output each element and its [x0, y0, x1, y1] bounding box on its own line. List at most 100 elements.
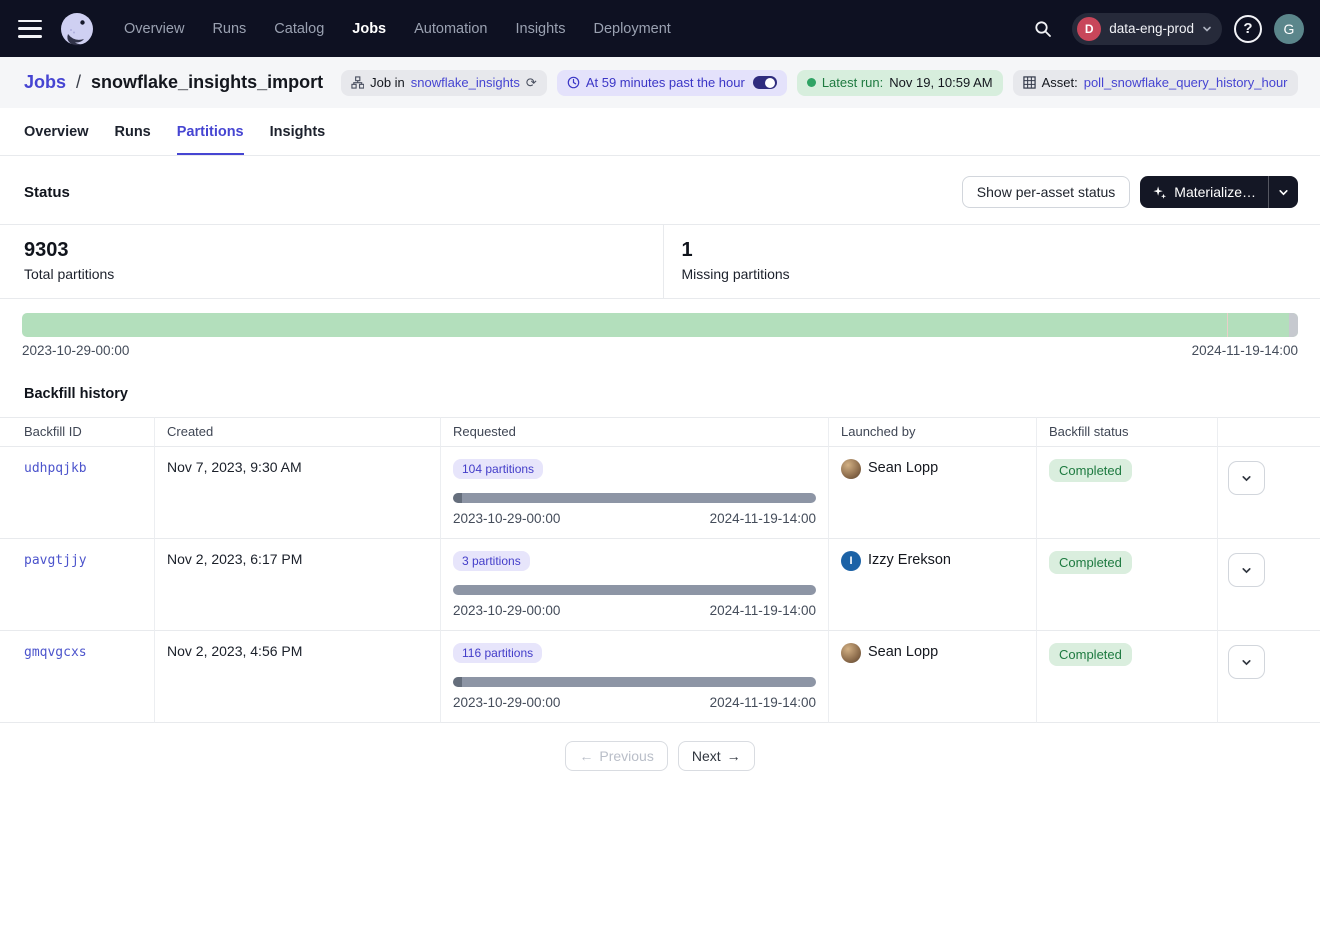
range-end: 2024-11-19-14:00: [710, 603, 816, 618]
range-end: 2024-11-19-14:00: [710, 511, 816, 526]
pagination: ← Previous Next →: [0, 723, 1320, 789]
materialize-label: Materialize…: [1174, 184, 1256, 200]
nav-item-catalog[interactable]: Catalog: [274, 21, 324, 37]
menu-icon[interactable]: [18, 20, 42, 38]
arrow-right-icon: →: [727, 748, 741, 764]
deployment-switcher[interactable]: D data-eng-prod: [1072, 13, 1222, 45]
tab-runs[interactable]: Runs: [115, 124, 151, 155]
backfill-id-link[interactable]: pavgtjjy: [24, 553, 87, 568]
backfill-id-link[interactable]: gmqvgcxs: [24, 645, 87, 660]
missing-partitions-label: Missing partitions: [682, 266, 1297, 282]
column-header-actions: [1218, 417, 1320, 447]
dagster-logo-icon[interactable]: [58, 10, 96, 48]
status-badge: Completed: [1049, 459, 1132, 482]
job-tabs: Overview Runs Partitions Insights: [0, 108, 1320, 156]
chevron-down-icon: [1202, 24, 1212, 34]
sparkle-icon: [1152, 185, 1167, 200]
status-badge: Completed: [1049, 551, 1132, 574]
breadcrumb-jobs-link[interactable]: Jobs: [24, 72, 66, 93]
status-title: Status: [24, 184, 70, 201]
missing-partitions-value: 1: [682, 239, 1297, 262]
search-icon[interactable]: [1026, 12, 1060, 46]
schedule-label: At 59 minutes past the hour: [586, 75, 745, 90]
deployment-badge: D: [1077, 17, 1101, 41]
previous-page-button[interactable]: ← Previous: [565, 741, 667, 771]
partition-seam: [1227, 313, 1228, 337]
total-partitions-value: 9303: [24, 239, 639, 262]
chevron-down-icon: [1240, 472, 1253, 485]
show-per-asset-status-button[interactable]: Show per-asset status: [962, 176, 1131, 208]
nav-item-automation[interactable]: Automation: [414, 21, 487, 37]
launched-by-name: Sean Lopp: [868, 644, 938, 660]
row-expand-button[interactable]: [1228, 553, 1265, 587]
nav-item-deployment[interactable]: Deployment: [593, 21, 670, 37]
asset-link[interactable]: poll_snowflake_query_history_hour: [1084, 75, 1288, 90]
range-start: 2023-10-29-00:00: [453, 695, 560, 710]
reload-icon[interactable]: ⟳: [526, 75, 537, 91]
missing-partition-segment: [1289, 313, 1298, 337]
sitemap-icon: [351, 76, 364, 89]
schedule-toggle[interactable]: [753, 76, 777, 89]
requested-cell: 116 partitions 2023-10-29-00:00 2024-11-…: [441, 631, 829, 723]
partition-stats: 9303 Total partitions 1 Missing partitio…: [0, 224, 1320, 299]
range-end: 2024-11-19-14:00: [710, 695, 816, 710]
tab-insights[interactable]: Insights: [270, 124, 326, 155]
nav-item-jobs[interactable]: Jobs: [352, 21, 386, 37]
requested-cell: 3 partitions 2023-10-29-00:00 2024-11-19…: [441, 539, 829, 631]
row-expand-button[interactable]: [1228, 645, 1265, 679]
code-location-link[interactable]: snowflake_insights: [411, 75, 520, 90]
materialize-dropdown-button[interactable]: [1268, 176, 1298, 208]
created-cell: Nov 2, 2023, 6:17 PM: [155, 539, 441, 631]
user-initial-avatar: I: [841, 551, 861, 571]
user-avatar[interactable]: G: [1274, 14, 1304, 44]
column-header-requested: Requested: [441, 417, 829, 447]
user-photo-avatar: [841, 459, 861, 479]
created-value: Nov 2, 2023, 4:56 PM: [167, 643, 302, 659]
help-icon[interactable]: ?: [1234, 15, 1262, 43]
job-tag: Job in snowflake_insights ⟳: [341, 70, 547, 96]
partitions-count-pill[interactable]: 104 partitions: [453, 459, 543, 479]
table-row: pavgtjjy: [0, 539, 155, 631]
partitions-count-pill[interactable]: 3 partitions: [453, 551, 530, 571]
created-cell: Nov 7, 2023, 9:30 AM: [155, 447, 441, 539]
breadcrumb-separator: /: [76, 72, 81, 93]
materialize-button[interactable]: Materialize…: [1140, 176, 1268, 208]
nav-item-insights[interactable]: Insights: [515, 21, 565, 37]
range-start: 2023-10-29-00:00: [453, 603, 560, 618]
top-navigation: Overview Runs Catalog Jobs Automation In…: [0, 0, 1320, 57]
next-label: Next: [692, 748, 721, 764]
page-title: snowflake_insights_import: [91, 72, 323, 93]
backfill-history-title: Backfill history: [0, 372, 1320, 417]
next-page-button[interactable]: Next →: [678, 741, 755, 771]
column-header-launched-by: Launched by: [829, 417, 1037, 447]
column-header-backfill-status: Backfill status: [1037, 417, 1218, 447]
tab-partitions[interactable]: Partitions: [177, 124, 244, 155]
created-cell: Nov 2, 2023, 4:56 PM: [155, 631, 441, 723]
success-dot-icon: [807, 78, 816, 87]
launched-by-cell: Sean Lopp: [829, 631, 1037, 723]
status-cell: Completed: [1037, 631, 1218, 723]
latest-run-link[interactable]: Nov 19, 10:59 AM: [889, 75, 992, 90]
backfill-table: Backfill ID Created Requested Launched b…: [0, 417, 1320, 723]
arrow-left-icon: ←: [579, 748, 593, 764]
latest-run-tag: Latest run: Nov 19, 10:59 AM: [797, 70, 1003, 96]
asset-tag: Asset: poll_snowflake_query_history_hour: [1013, 70, 1298, 96]
row-actions-cell: [1218, 631, 1320, 723]
chevron-down-icon: [1278, 187, 1289, 198]
row-expand-button[interactable]: [1228, 461, 1265, 495]
status-cell: Completed: [1037, 447, 1218, 539]
tab-overview[interactable]: Overview: [24, 124, 89, 155]
partitions-count-pill[interactable]: 116 partitions: [453, 643, 542, 663]
asset-grid-icon: [1023, 76, 1036, 89]
breadcrumb-bar: Jobs / snowflake_insights_import Job in …: [0, 57, 1320, 108]
partition-health-section: 2023-10-29-00:00 2024-11-19-14:00: [0, 299, 1320, 372]
backfill-id-link[interactable]: udhpqjkb: [24, 461, 87, 476]
created-value: Nov 2, 2023, 6:17 PM: [167, 551, 302, 567]
requested-range-bar: [453, 585, 816, 595]
deployment-name: data-eng-prod: [1109, 21, 1194, 36]
nav-item-runs[interactable]: Runs: [212, 21, 246, 37]
partition-health-bar[interactable]: [22, 313, 1298, 337]
requested-range-bar: [453, 493, 816, 503]
table-row: gmqvgcxs: [0, 631, 155, 723]
nav-item-overview[interactable]: Overview: [124, 21, 184, 37]
